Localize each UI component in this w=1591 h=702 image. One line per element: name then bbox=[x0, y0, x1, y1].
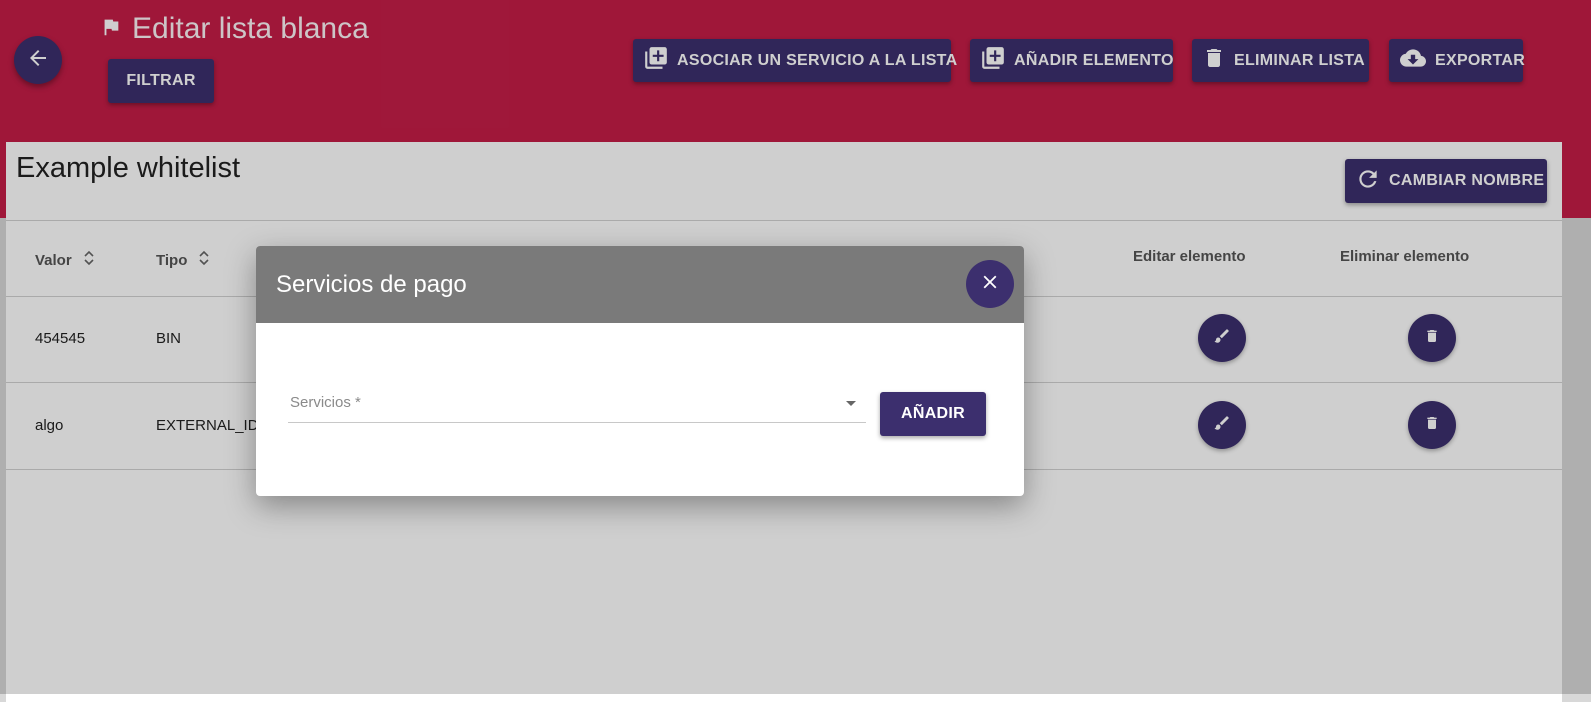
dialog-header: Servicios de pago bbox=[256, 246, 1024, 323]
dropdown-arrow-icon bbox=[846, 401, 856, 406]
services-select-placeholder: Servicios * bbox=[290, 394, 361, 411]
dialog-close-button[interactable] bbox=[966, 260, 1014, 308]
services-select[interactable]: Servicios * bbox=[288, 386, 866, 423]
close-icon bbox=[979, 271, 1001, 298]
dialog-title: Servicios de pago bbox=[276, 271, 467, 298]
add-service-label: AÑADIR bbox=[900, 405, 966, 422]
payment-services-dialog: Servicios de pago Servicios * AÑADIR bbox=[256, 246, 1024, 496]
add-service-button[interactable]: AÑADIR bbox=[880, 392, 986, 436]
